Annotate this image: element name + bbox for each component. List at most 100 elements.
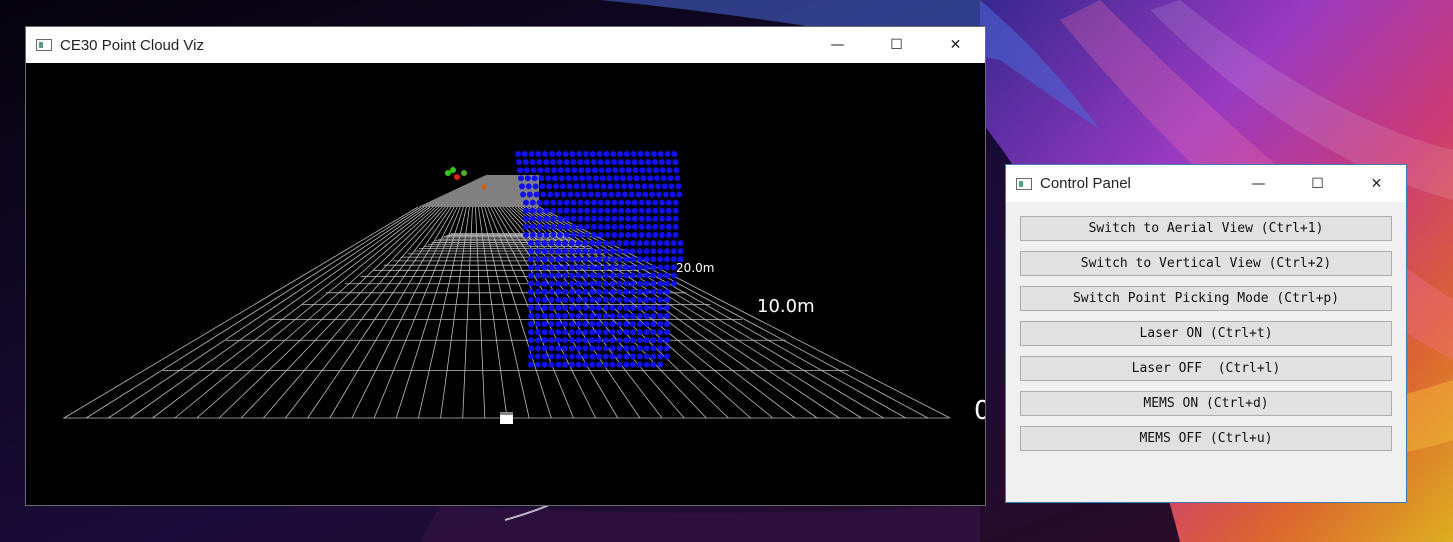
cloud-point	[557, 223, 563, 230]
cloud-point	[664, 304, 670, 311]
cloud-point	[638, 159, 645, 166]
cloud-point	[548, 361, 555, 368]
cloud-point	[602, 361, 609, 368]
cloud-point	[578, 167, 585, 174]
cloud-point	[546, 183, 553, 190]
cloud-point	[628, 191, 635, 198]
window-title: CE30 Point Cloud Viz	[60, 36, 204, 54]
cloud-point	[650, 313, 657, 319]
close-button[interactable]: ✕	[926, 27, 985, 63]
cloud-point	[529, 223, 536, 230]
cloud-point	[548, 248, 555, 255]
cloud-point	[541, 272, 548, 279]
cloud-point	[664, 240, 670, 247]
viz-titlebar[interactable]: CE30 Point Cloud Viz — ☐ ✕	[26, 27, 985, 63]
cloud-point	[529, 232, 536, 238]
cloud-point	[623, 240, 630, 247]
cloud-point	[643, 329, 650, 336]
cloud-point	[575, 240, 582, 247]
cloud-point	[615, 191, 622, 198]
cloud-point	[562, 321, 568, 328]
mems-on-button[interactable]: MEMS ON (Ctrl+d)	[1020, 391, 1392, 416]
cloud-point	[676, 191, 683, 198]
cloud-point	[616, 353, 623, 360]
laser-off-button[interactable]: Laser OFF (Ctrl+l)	[1020, 356, 1392, 381]
cloud-point	[649, 191, 656, 198]
cloud-point	[659, 215, 665, 222]
cloud-point	[589, 240, 596, 247]
cloud-point	[657, 321, 664, 328]
cloud-point	[652, 199, 659, 206]
cloud-point	[596, 240, 602, 247]
cloud-point	[657, 272, 664, 279]
cloud-point	[582, 288, 589, 295]
app-window-icon	[1016, 177, 1032, 190]
cloud-point	[645, 223, 652, 230]
cloud-point	[597, 232, 604, 238]
cloud-point	[563, 223, 570, 230]
cloud-point	[609, 361, 616, 368]
cloud-point	[589, 361, 596, 368]
cloud-point	[658, 159, 665, 166]
control-panel-window[interactable]: Control Panel — ☐ ✕ Switch to Aerial Vie…	[1005, 164, 1407, 503]
cloud-point	[623, 264, 630, 271]
cloud-point	[528, 151, 535, 157]
cloud-point	[544, 167, 551, 174]
cloud-point	[541, 240, 548, 247]
cloud-point	[655, 183, 661, 190]
cloud-point	[664, 329, 670, 336]
vertical-view-button[interactable]: Switch to Vertical View (Ctrl+2)	[1020, 251, 1392, 276]
cloud-point	[550, 159, 556, 166]
cloud-point	[569, 151, 576, 157]
distant-point	[454, 174, 460, 180]
cloud-point	[662, 191, 669, 198]
cloud-point	[650, 288, 657, 295]
cloud-point	[664, 345, 670, 352]
maximize-button[interactable]: ☐	[867, 27, 926, 63]
cloud-point	[653, 167, 659, 174]
cloud-point	[650, 321, 657, 328]
mems-off-button[interactable]: MEMS OFF (Ctrl+u)	[1020, 426, 1392, 451]
cloud-point	[563, 159, 570, 166]
cloud-point	[575, 337, 582, 344]
aerial-view-button[interactable]: Switch to Aerial View (Ctrl+1)	[1020, 216, 1392, 241]
cloud-point	[650, 240, 657, 247]
cloud-point	[582, 256, 589, 263]
cloud-point	[623, 151, 630, 157]
cloud-point	[664, 288, 670, 295]
cloud-point	[534, 321, 541, 328]
minimize-button[interactable]: —	[808, 27, 867, 63]
cloud-point	[562, 272, 568, 279]
cloud-point	[645, 159, 652, 166]
cloud-point	[573, 183, 580, 190]
cloud-point	[568, 304, 575, 311]
cloud-point	[570, 159, 577, 166]
control-panel-titlebar[interactable]: Control Panel — ☐ ✕	[1006, 165, 1406, 202]
cloud-point	[582, 280, 589, 287]
maximize-button[interactable]: ☐	[1288, 165, 1347, 202]
cloud-point	[625, 167, 632, 174]
point-picking-mode-button[interactable]: Switch Point Picking Mode (Ctrl+p)	[1020, 286, 1392, 311]
cloud-point	[590, 159, 597, 166]
cloud-point	[584, 207, 591, 214]
cloud-point	[642, 191, 649, 198]
cloud-point	[597, 223, 604, 230]
cloud-point	[665, 223, 672, 230]
cloud-point	[630, 313, 636, 319]
cloud-point	[541, 280, 548, 287]
cloud-point	[548, 329, 555, 336]
cloud-point	[667, 175, 674, 182]
minimize-button[interactable]: —	[1229, 165, 1288, 202]
cloud-point	[543, 159, 550, 166]
close-button[interactable]: ✕	[1347, 165, 1406, 202]
cloud-point	[570, 215, 577, 222]
cloud-point	[538, 175, 545, 182]
cloud-point	[632, 167, 639, 174]
point-cloud-viz-window[interactable]: CE30 Point Cloud Viz — ☐ ✕ 10.0m 20.0m 0	[25, 26, 986, 506]
point-cloud-canvas[interactable]: 10.0m 20.0m 0	[26, 63, 985, 505]
laser-on-button[interactable]: Laser ON (Ctrl+t)	[1020, 321, 1392, 346]
cloud-point	[618, 207, 625, 214]
cloud-point	[602, 329, 609, 336]
cloud-point	[558, 175, 565, 182]
cloud-point	[568, 248, 575, 255]
